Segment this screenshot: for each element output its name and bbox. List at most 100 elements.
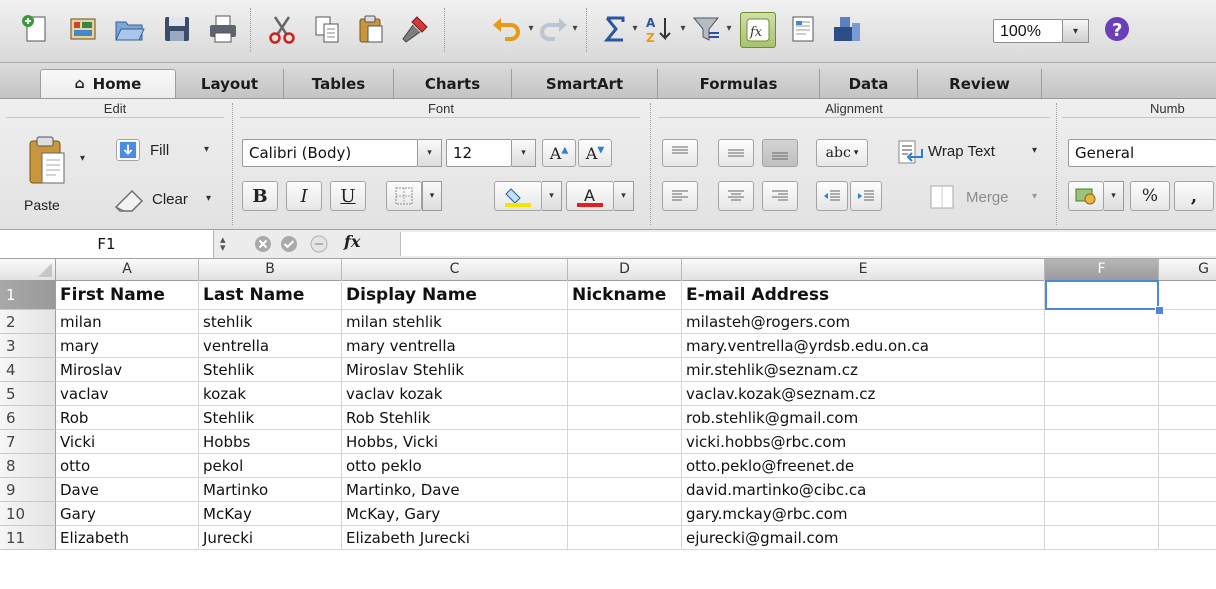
cell[interactable]	[1045, 406, 1159, 430]
cell[interactable]	[1045, 382, 1159, 406]
cell[interactable]	[1159, 358, 1216, 382]
clear-dropdown-icon[interactable]: ▾	[206, 193, 211, 204]
autosum-icon[interactable]	[598, 12, 632, 46]
cell[interactable]: otto.peklo@freenet.de	[682, 454, 1045, 478]
new-workbook-icon[interactable]	[18, 12, 52, 46]
cell[interactable]	[1045, 526, 1159, 550]
row-header[interactable]: 11	[0, 526, 56, 550]
copy-icon[interactable]	[310, 12, 344, 46]
fill-color-button[interactable]	[494, 181, 542, 211]
cell[interactable]: otto peklo	[342, 454, 568, 478]
cell[interactable]: Vicki	[56, 430, 199, 454]
row-header[interactable]: 7	[0, 430, 56, 454]
column-header-a[interactable]: A	[56, 259, 199, 280]
font-size-dropdown-icon[interactable]: ▾	[512, 139, 536, 167]
cell[interactable]: Nickname	[568, 280, 682, 310]
cell[interactable]: Display Name	[342, 280, 568, 310]
cell[interactable]	[1159, 310, 1216, 334]
tab-tables[interactable]: Tables	[284, 69, 394, 98]
cell[interactable]	[568, 334, 682, 358]
bold-button[interactable]: B	[242, 181, 278, 211]
cell[interactable]	[1159, 478, 1216, 502]
cell[interactable]: Rob Stehlik	[342, 406, 568, 430]
fill-dropdown-icon[interactable]: ▾	[204, 144, 209, 155]
cell[interactable]: stehlik	[199, 310, 342, 334]
tab-layout[interactable]: Layout	[176, 69, 284, 98]
cell[interactable]: vicki.hobbs@rbc.com	[682, 430, 1045, 454]
cell[interactable]: rob.stehlik@gmail.com	[682, 406, 1045, 430]
cell[interactable]: Hobbs	[199, 430, 342, 454]
select-all-corner[interactable]	[0, 259, 56, 280]
help-icon[interactable]: ?	[1100, 12, 1134, 46]
cell[interactable]	[1159, 502, 1216, 526]
borders-button[interactable]	[386, 181, 422, 211]
cell[interactable]: Elizabeth Jurecki	[342, 526, 568, 550]
cut-icon[interactable]	[265, 12, 299, 46]
clear-label[interactable]: Clear	[152, 191, 188, 208]
paste-dropdown-icon[interactable]: ▾	[80, 153, 85, 164]
save-icon[interactable]	[160, 12, 194, 46]
cell[interactable]: Hobbs, Vicki	[342, 430, 568, 454]
cell[interactable]: Jurecki	[199, 526, 342, 550]
cell[interactable]: mir.stehlik@seznam.cz	[682, 358, 1045, 382]
cell[interactable]	[1159, 280, 1216, 310]
cell[interactable]: milan	[56, 310, 199, 334]
percent-button[interactable]: %	[1130, 181, 1170, 211]
column-header-c[interactable]: C	[342, 259, 568, 280]
cell[interactable]: vaclav	[56, 382, 199, 406]
merge-dropdown-icon[interactable]: ▾	[1032, 191, 1037, 202]
paste-icon[interactable]	[354, 12, 388, 46]
align-right-button[interactable]	[762, 181, 798, 211]
cell[interactable]: Miroslav Stehlik	[342, 358, 568, 382]
sort-dropdown-icon[interactable]: ▾	[678, 20, 688, 36]
cell[interactable]: Dave	[56, 478, 199, 502]
cell[interactable]: mary.ventrella@yrdsb.edu.on.ca	[682, 334, 1045, 358]
cell[interactable]: Elizabeth	[56, 526, 199, 550]
formula-builder-icon[interactable]: fx	[740, 12, 776, 48]
cell[interactable]: Rob	[56, 406, 199, 430]
row-header[interactable]: 8	[0, 454, 56, 478]
cell[interactable]: vaclav.kozak@seznam.cz	[682, 382, 1045, 406]
align-bottom-button[interactable]	[762, 139, 798, 167]
borders-dropdown-icon[interactable]: ▾	[422, 181, 442, 211]
filter-icon[interactable]	[690, 12, 724, 46]
cell[interactable]	[1159, 430, 1216, 454]
cell[interactable]: Martinko, Dave	[342, 478, 568, 502]
cell[interactable]	[568, 358, 682, 382]
accounting-dropdown-icon[interactable]: ▾	[1104, 181, 1124, 211]
cell[interactable]	[1159, 406, 1216, 430]
row-header[interactable]: 4	[0, 358, 56, 382]
cell[interactable]	[1159, 526, 1216, 550]
row-header[interactable]: 2	[0, 310, 56, 334]
undo-icon[interactable]	[490, 12, 524, 46]
cell[interactable]	[568, 478, 682, 502]
fill-label[interactable]: Fill	[150, 142, 169, 159]
fill-icon[interactable]	[116, 139, 140, 161]
cell[interactable]: Martinko	[199, 478, 342, 502]
column-header-f[interactable]: F	[1045, 259, 1159, 280]
cell[interactable]	[568, 526, 682, 550]
cell[interactable]: Last Name	[199, 280, 342, 310]
text-orientation-button[interactable]: abc ▾	[816, 139, 868, 167]
cell[interactable]: kozak	[199, 382, 342, 406]
autosum-dropdown-icon[interactable]: ▾	[630, 20, 640, 36]
grow-font-button[interactable]: A▲	[542, 139, 576, 167]
tab-smartart[interactable]: SmartArt	[512, 69, 658, 98]
sort-icon[interactable]: AZ	[642, 12, 676, 46]
paste-clipboard-icon[interactable]	[26, 135, 70, 187]
align-center-button[interactable]	[718, 181, 754, 211]
print-icon[interactable]	[206, 12, 240, 46]
undo-dropdown-icon[interactable]: ▾	[526, 20, 536, 36]
cell[interactable]: McKay, Gary	[342, 502, 568, 526]
open-icon[interactable]	[112, 12, 146, 46]
font-name-input[interactable]: Calibri (Body)	[242, 139, 418, 167]
cell[interactable]: mary	[56, 334, 199, 358]
decrease-indent-button[interactable]	[816, 181, 848, 211]
row-header[interactable]: 6	[0, 406, 56, 430]
cell[interactable]: david.martinko@cibc.ca	[682, 478, 1045, 502]
cell[interactable]: ventrella	[199, 334, 342, 358]
tab-review[interactable]: Review	[918, 69, 1042, 98]
paste-label[interactable]: Paste	[24, 197, 60, 213]
align-left-button[interactable]	[662, 181, 698, 211]
column-header-g[interactable]: G	[1159, 259, 1216, 280]
